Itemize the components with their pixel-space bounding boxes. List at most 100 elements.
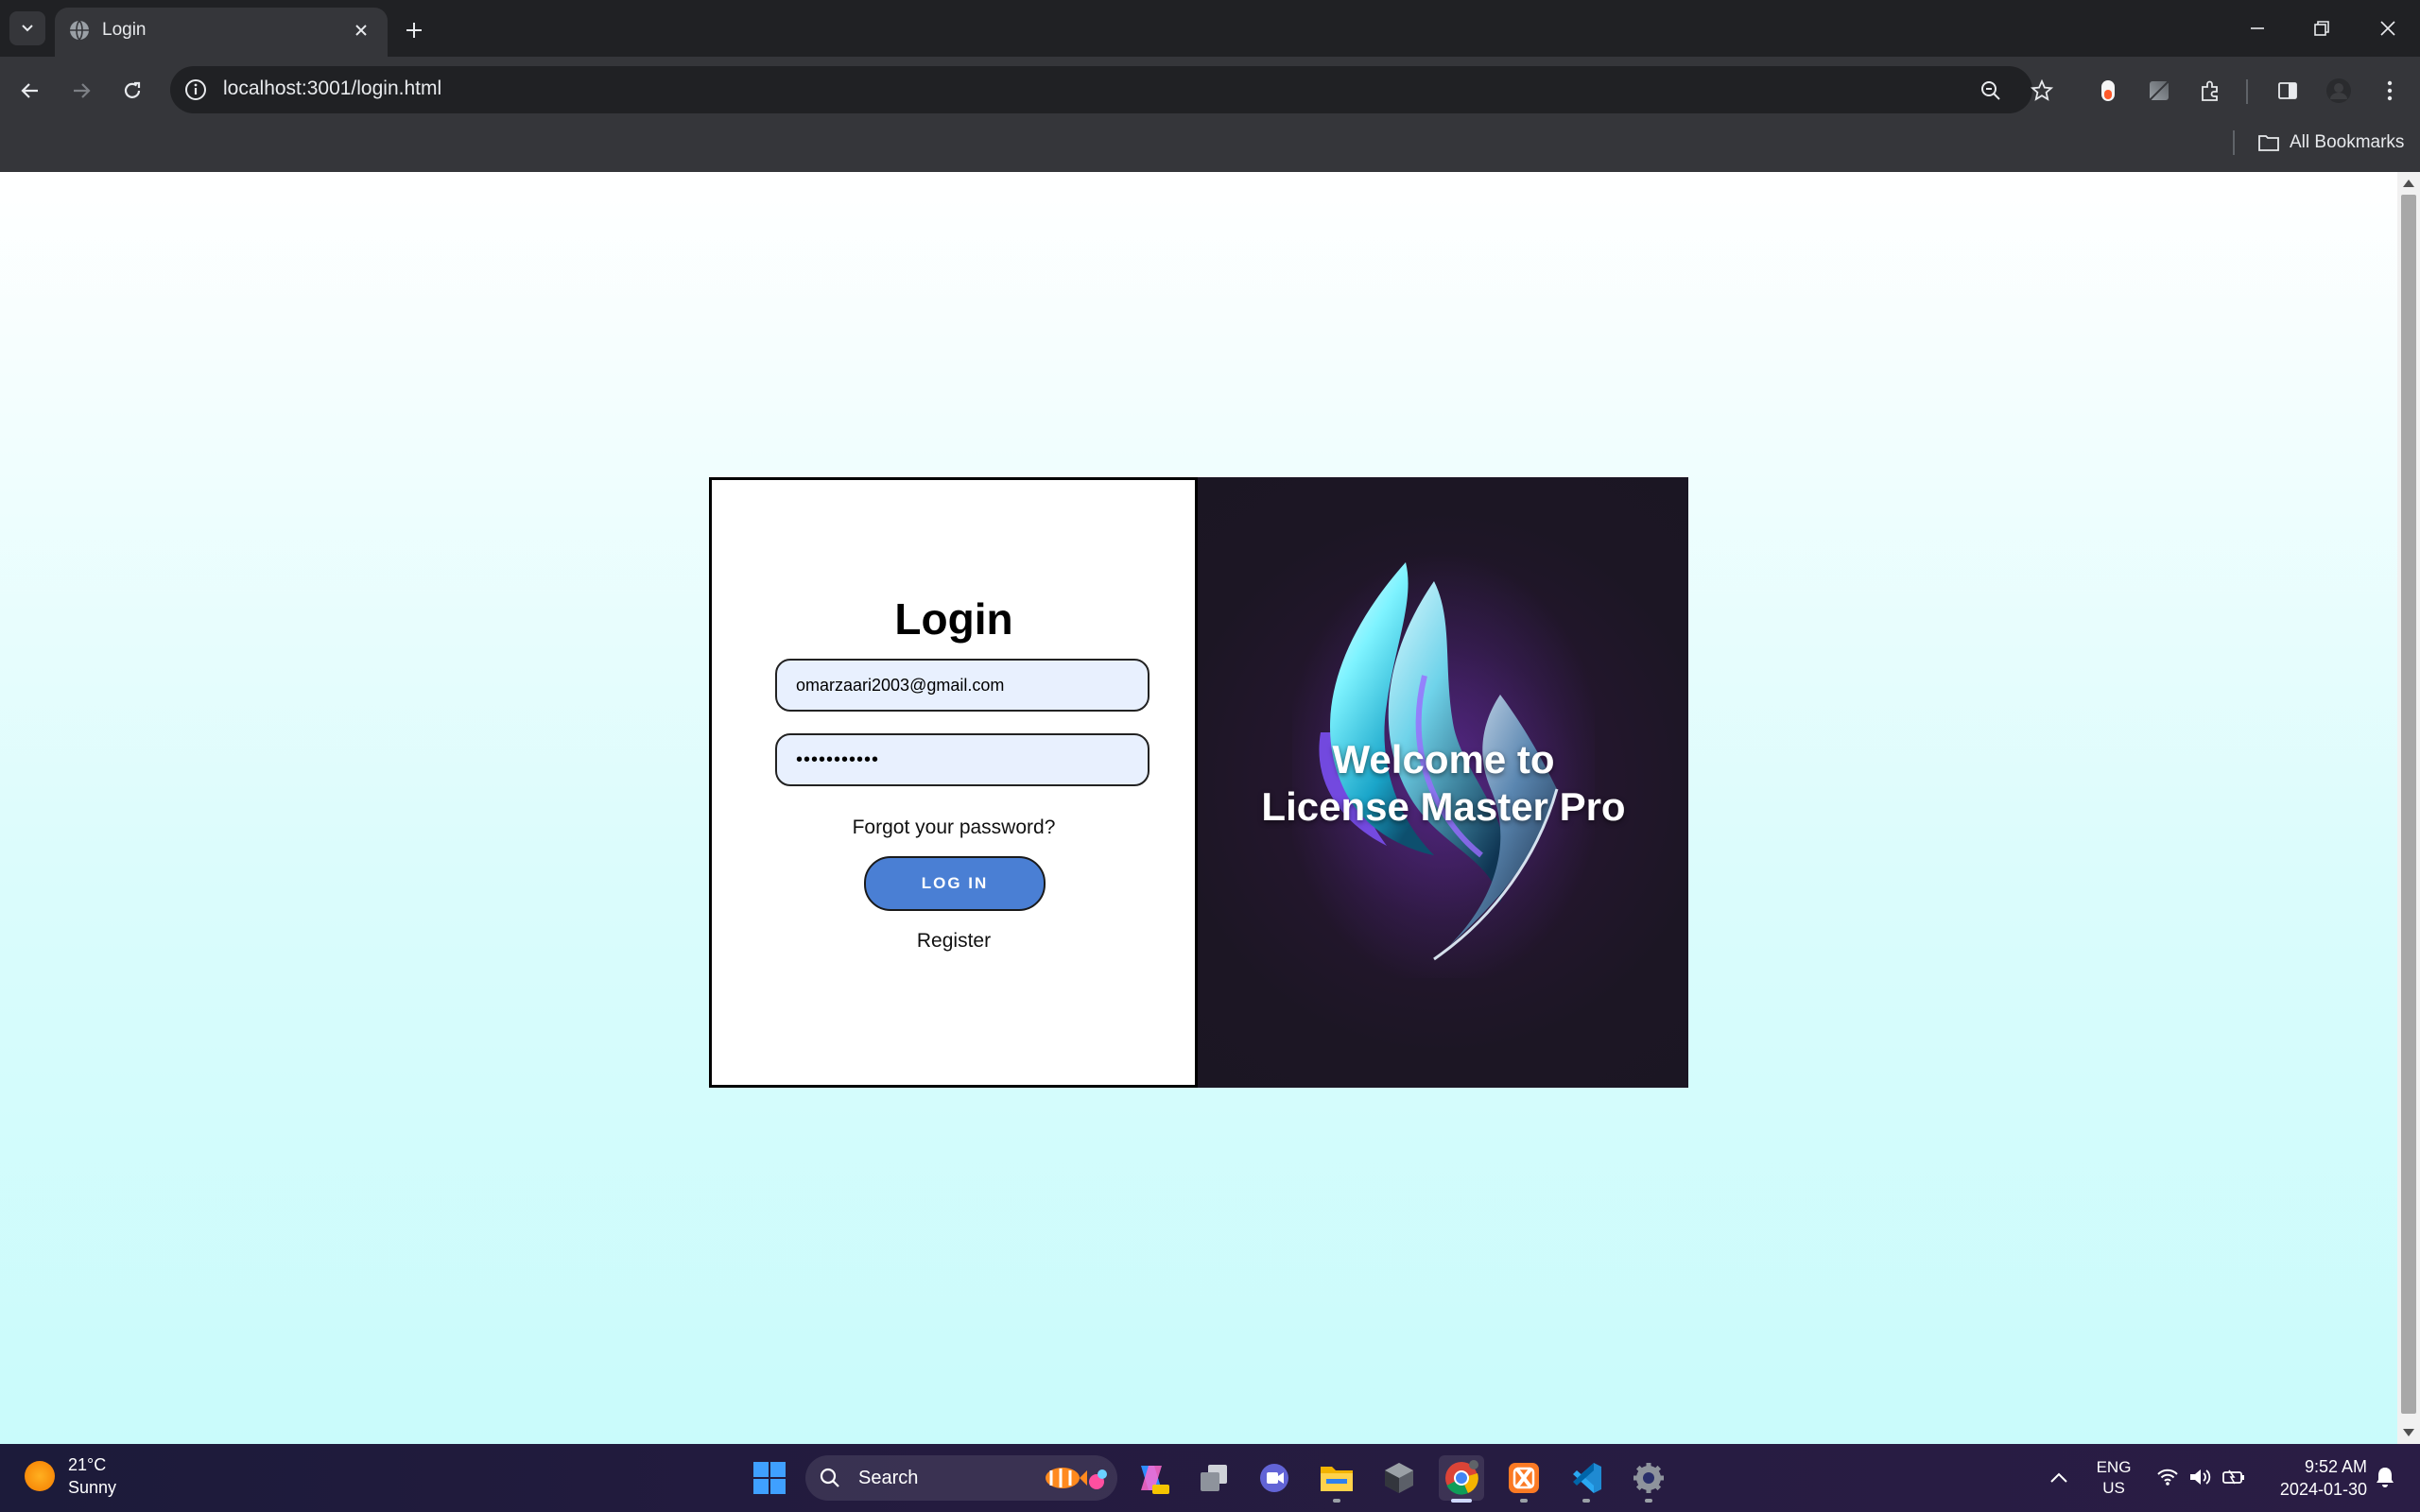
xampp-app[interactable] xyxy=(1501,1455,1547,1503)
region-label: US xyxy=(2102,1479,2125,1497)
welcome-line-2: License Master Pro xyxy=(1261,784,1626,829)
new-tab-button[interactable] xyxy=(397,13,431,47)
tab-search-button[interactable] xyxy=(9,11,45,45)
clock-time: 9:52 AM xyxy=(2304,1457,2367,1476)
unity-icon xyxy=(1385,1463,1413,1493)
back-button[interactable] xyxy=(11,72,49,110)
extensions-button[interactable] xyxy=(2195,76,2225,106)
browser-toolbar: localhost:3001/login.html xyxy=(0,57,2420,123)
clock-date: 2024-01-30 xyxy=(2279,1480,2367,1499)
settings-app[interactable] xyxy=(1626,1455,1671,1503)
gear-icon xyxy=(1634,1463,1664,1493)
profile-button[interactable] xyxy=(2324,76,2354,106)
close-icon xyxy=(2380,21,2395,36)
scroll-thumb[interactable] xyxy=(2401,195,2416,1414)
arrow-left-icon xyxy=(21,83,38,98)
system-clock[interactable]: 9:52 AM 2024-01-30 xyxy=(2263,1455,2367,1501)
restore-icon xyxy=(2314,21,2329,36)
xampp-icon xyxy=(1509,1463,1539,1493)
minimize-button[interactable] xyxy=(2229,9,2286,47)
taskbar-search-label: Search xyxy=(858,1468,919,1488)
extension-gradient-button[interactable] xyxy=(2144,76,2174,106)
search-highlight-icon xyxy=(1046,1468,1107,1489)
arrow-right-icon xyxy=(74,83,91,98)
file-explorer-app[interactable] xyxy=(1314,1455,1359,1503)
avatar-icon xyxy=(2326,78,2351,103)
task-view-icon xyxy=(1201,1465,1227,1491)
folder-icon xyxy=(1321,1467,1353,1491)
weather-widget[interactable]: 21°C Sunny xyxy=(25,1453,116,1499)
tab-close-button[interactable] xyxy=(348,17,374,43)
register-link[interactable]: Register xyxy=(712,930,1196,953)
weather-temperature: 21°C xyxy=(68,1455,107,1474)
weather-condition: Sunny xyxy=(68,1478,117,1497)
tab-title: Login xyxy=(102,20,147,40)
start-button[interactable] xyxy=(747,1455,792,1501)
email-field[interactable] xyxy=(775,659,1150,712)
notification-bell-icon[interactable] xyxy=(2373,1465,2397,1489)
welcome-line-1: Welcome to xyxy=(1332,737,1555,782)
login-button[interactable]: LOG IN xyxy=(864,856,1046,911)
welcome-heading: Welcome to License Master Pro xyxy=(1198,736,1688,831)
page-viewport: Login Forgot your password? LOG IN Regis… xyxy=(0,172,2397,1444)
extension-icon xyxy=(2101,80,2115,101)
copilot-icon xyxy=(1141,1466,1169,1494)
toolbar-separator xyxy=(2246,79,2248,104)
password-field[interactable] xyxy=(775,733,1150,786)
forgot-password-link[interactable]: Forgot your password? xyxy=(712,816,1196,839)
sun-icon xyxy=(25,1461,55,1491)
chevron-down-icon xyxy=(22,25,33,32)
chrome-app[interactable] xyxy=(1439,1455,1484,1503)
chevron-up-icon[interactable] xyxy=(2046,1465,2072,1491)
extension-red-button[interactable] xyxy=(2093,76,2123,106)
address-bar[interactable]: localhost:3001/login.html xyxy=(170,66,2053,113)
close-icon xyxy=(355,25,367,36)
battery-icon[interactable] xyxy=(2221,1465,2246,1489)
folder-icon xyxy=(2258,135,2279,151)
side-panel-button[interactable] xyxy=(2273,76,2303,106)
language-label: ENG xyxy=(2096,1458,2132,1476)
screen: Login localhost:3001/login.html All Book… xyxy=(0,0,2420,1512)
unity-hub-app[interactable] xyxy=(1376,1455,1422,1501)
puzzle-icon xyxy=(2202,80,2218,101)
info-icon[interactable] xyxy=(183,77,208,102)
scroll-up-arrow[interactable] xyxy=(2403,180,2414,187)
extension-icon xyxy=(2149,80,2169,101)
reload-button[interactable] xyxy=(113,72,151,110)
bookmarks-bar: All Bookmarks xyxy=(0,123,2420,172)
plus-icon xyxy=(406,23,422,38)
globe-icon xyxy=(70,20,89,41)
address-url[interactable]: localhost:3001/login.html xyxy=(223,77,441,100)
chrome-icon xyxy=(1445,1460,1478,1495)
login-title: Login xyxy=(894,594,1013,644)
copilot-app[interactable] xyxy=(1129,1455,1174,1501)
zoom-button[interactable] xyxy=(1978,77,2004,104)
teams-chat-app[interactable] xyxy=(1252,1455,1297,1501)
bookmark-star-button[interactable] xyxy=(2029,77,2055,104)
login-form-panel: Login Forgot your password? LOG IN Regis… xyxy=(709,477,1198,1088)
wifi-icon[interactable] xyxy=(2155,1465,2180,1489)
minimize-icon xyxy=(2251,27,2264,29)
welcome-panel: Welcome to License Master Pro xyxy=(1197,477,1688,1088)
forward-button[interactable] xyxy=(62,72,100,110)
all-bookmarks-button[interactable]: All Bookmarks xyxy=(2257,129,2404,157)
close-window-button[interactable] xyxy=(2360,9,2416,47)
reload-icon xyxy=(124,81,141,98)
vscode-icon xyxy=(1573,1463,1601,1493)
vscode-app[interactable] xyxy=(1564,1455,1609,1503)
restore-button[interactable] xyxy=(2293,9,2350,47)
windows-taskbar: 21°C Sunny Search ENG US 9:52 AM 2024-01… xyxy=(0,1444,2420,1512)
tab-login[interactable]: Login xyxy=(55,8,388,57)
side-panel-icon xyxy=(2278,82,2297,99)
chat-icon xyxy=(1260,1464,1288,1492)
scroll-down-arrow[interactable] xyxy=(2403,1429,2414,1436)
language-indicator[interactable]: ENG US xyxy=(2091,1457,2136,1499)
volume-icon[interactable] xyxy=(2187,1465,2212,1489)
page-scrollbar[interactable] xyxy=(2397,172,2420,1444)
kebab-menu-icon xyxy=(2387,80,2393,101)
task-view-app[interactable] xyxy=(1191,1455,1236,1501)
browser-menu-button[interactable] xyxy=(2375,76,2405,106)
taskbar-search[interactable]: Search xyxy=(805,1455,1117,1501)
login-card: Login Forgot your password? LOG IN Regis… xyxy=(709,477,1688,1088)
bookmarks-separator xyxy=(2233,130,2235,155)
